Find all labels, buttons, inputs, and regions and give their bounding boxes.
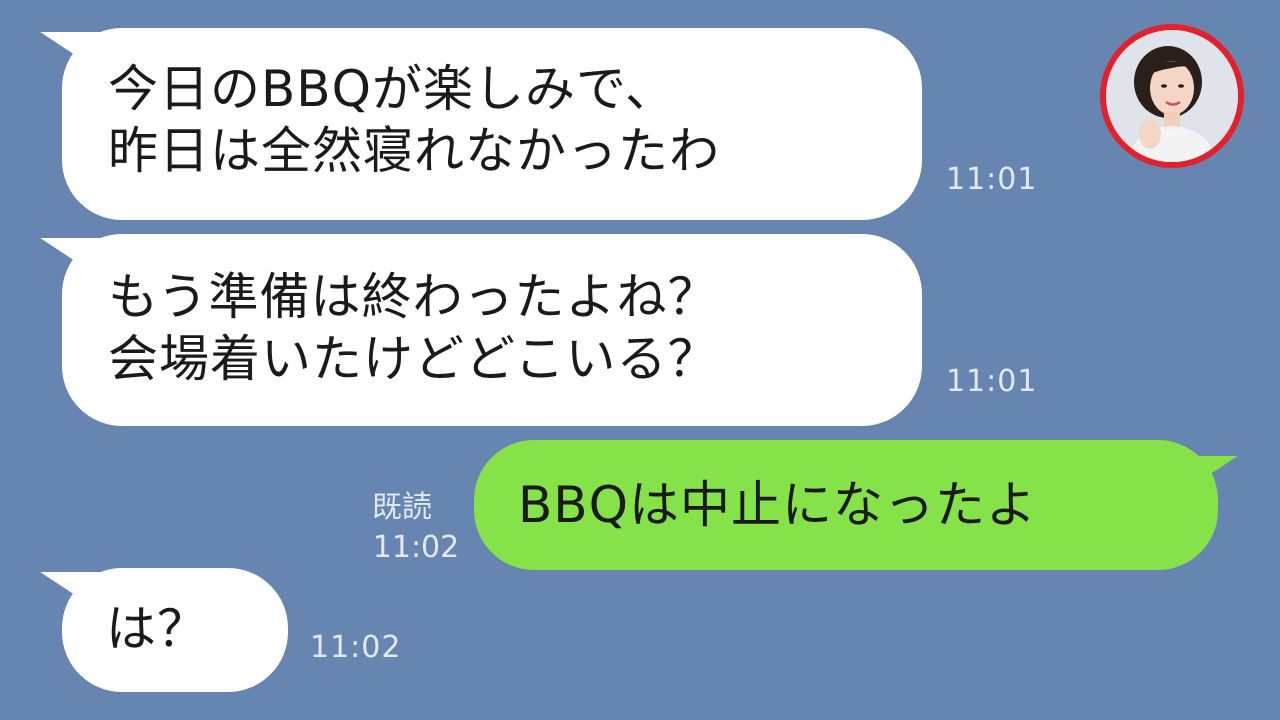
message-text-line: 会場着いたけどどこいる？	[108, 330, 719, 388]
message-text-line: は？	[106, 600, 208, 658]
message-text-line: BBQは中止になったよ	[518, 476, 1037, 534]
contact-avatar[interactable]	[1100, 24, 1244, 168]
message-text-line: もう準備は終わったよね？	[108, 268, 719, 326]
message-timestamp: 11:01	[946, 364, 1038, 399]
message-text-line: 昨日は全然寝れなかったわ	[108, 122, 720, 180]
bubble-tail	[1167, 456, 1251, 494]
read-receipt: 既読 11:02	[366, 488, 466, 568]
message-timestamp: 11:02	[310, 630, 402, 665]
bubble-tail	[27, 572, 111, 610]
chat-screen: 今日のBBQが楽しみで、 昨日は全然寝れなかったわ 11:01 もう準備は終わっ…	[0, 0, 1280, 720]
bubble-tail	[27, 238, 111, 276]
message-bubble-received[interactable]: 今日のBBQが楽しみで、 昨日は全然寝れなかったわ	[27, 28, 922, 220]
message-bubble-received[interactable]: もう準備は終わったよね？ 会場着いたけどどこいる？	[27, 234, 922, 426]
bubble-tail	[27, 32, 111, 70]
message-text-line: 今日のBBQが楽しみで、	[108, 60, 676, 118]
message-bubble-sent[interactable]: BBQは中止になったよ	[474, 440, 1251, 570]
read-label: 既読	[372, 490, 432, 525]
message-bubble-received[interactable]: は？	[27, 568, 288, 692]
woman-portrait-icon	[1106, 30, 1238, 162]
message-timestamp: 11:01	[946, 162, 1038, 197]
message-timestamp: 11:02	[372, 530, 460, 565]
